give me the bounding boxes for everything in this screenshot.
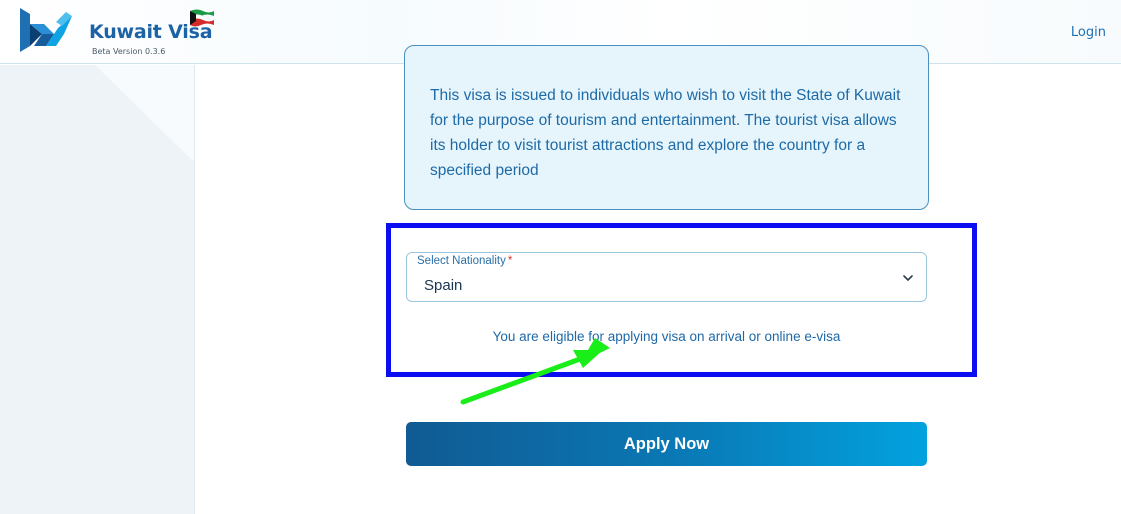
visa-description-card: This visa is issued to individuals who w… (404, 45, 929, 210)
left-sidebar (0, 65, 195, 514)
kuwait-visa-logo-icon[interactable] (20, 8, 72, 52)
version-label: Beta Version 0.3.6 (92, 47, 166, 56)
sidebar-background-graphic (0, 65, 194, 514)
apply-now-button[interactable]: Apply Now (406, 422, 927, 466)
kuwait-flag-icon (189, 9, 215, 27)
visa-description-text: This visa is issued to individuals who w… (430, 87, 901, 179)
login-link[interactable]: Login (1071, 25, 1106, 40)
annotation-arrow (460, 338, 610, 405)
nationality-select[interactable]: Select Nationality * Spain (406, 252, 927, 302)
nationality-value: Spain (424, 277, 463, 294)
nationality-label: Select Nationality * (417, 255, 513, 267)
chevron-down-icon[interactable] (902, 273, 914, 283)
required-marker: * (507, 255, 513, 267)
